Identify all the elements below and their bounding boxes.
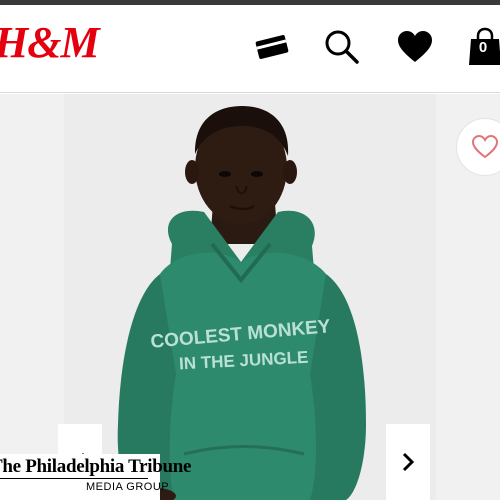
product-page: H&M 0 COOLEST MONKEY IN THE JUNGLE The P… (0, 0, 500, 500)
heart-icon (398, 31, 432, 62)
heart-outline-icon (471, 134, 499, 159)
watermark-title: The Philadelphia Tribune (0, 456, 192, 477)
chevron-right-icon (402, 452, 415, 472)
card-icon (255, 35, 289, 59)
shopping-bag-button[interactable]: 0 (465, 27, 500, 67)
bag-count-badge: 0 (478, 39, 488, 56)
next-image-button[interactable] (386, 424, 430, 500)
media-watermark: The Philadelphia Tribune MEDIA GROUP (0, 454, 192, 500)
product-photo: COOLEST MONKEY IN THE JUNGLE (64, 94, 436, 500)
product-photo-drawing: COOLEST MONKEY IN THE JUNGLE (117, 106, 366, 500)
watermark-subtitle: MEDIA GROUP (86, 481, 170, 493)
favorites-button[interactable] (395, 27, 435, 67)
site-header: H&M 0 (0, 5, 500, 93)
brand-logo[interactable]: H&M (0, 21, 100, 65)
search-icon (325, 30, 359, 64)
watermark-divider (0, 478, 148, 479)
search-button[interactable] (322, 27, 362, 67)
card-button[interactable] (252, 27, 292, 67)
product-gallery: COOLEST MONKEY IN THE JUNGLE (0, 94, 500, 500)
